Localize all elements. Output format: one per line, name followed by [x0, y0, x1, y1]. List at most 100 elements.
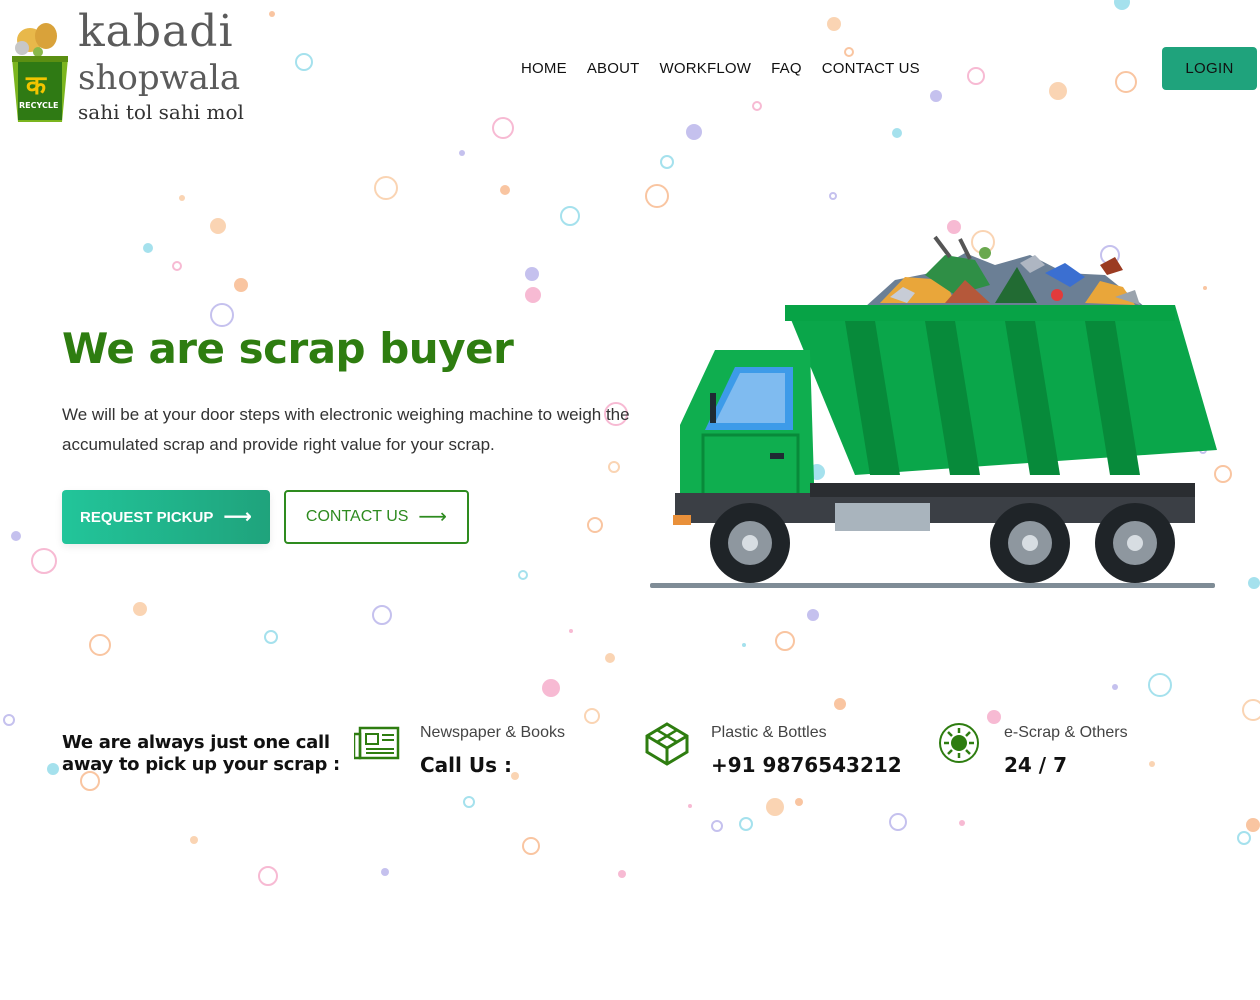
bubble-decoration: [381, 868, 389, 876]
feature-newspaper: Newspaper & Books Call Us :: [354, 720, 565, 784]
bubble-decoration: [688, 804, 692, 808]
bubble-decoration: [1149, 761, 1155, 767]
bubble-decoration: [190, 836, 198, 844]
bubble-decoration: [522, 837, 540, 855]
bubble-decoration: [1115, 71, 1137, 93]
bubble-decoration: [584, 708, 600, 724]
feature-value: 24 / 7: [1004, 753, 1067, 777]
logo-tagline: sahi tol sahi mol: [78, 100, 244, 124]
feature-plastic: Plastic & Bottles +91 9876543212: [645, 720, 902, 784]
feature-label: Plastic & Bottles: [711, 724, 827, 741]
nav-contact-us[interactable]: CONTACT US: [822, 60, 920, 77]
bubble-decoration: [463, 796, 475, 808]
bubble-decoration: [930, 90, 942, 102]
bubble-decoration: [889, 813, 907, 831]
chip-icon: [939, 723, 979, 763]
bin-label-hindi: क: [26, 71, 46, 101]
bubble-decoration: [827, 17, 841, 31]
rear-wheel-2: [1095, 503, 1175, 583]
bubble-decoration: [605, 653, 615, 663]
bubble-decoration: [829, 192, 837, 200]
hero-description: We will be at your door steps with elect…: [62, 405, 630, 454]
request-pickup-label: REQUEST PICKUP: [79, 508, 214, 526]
bubble-decoration: [686, 124, 702, 140]
bubble-decoration: [844, 47, 854, 57]
bubble-decoration: [1114, 0, 1130, 10]
arrow-right-icon: ⟶: [223, 506, 253, 528]
bubble-decoration: [31, 548, 57, 574]
arrow-right-icon: ⟶: [418, 506, 448, 528]
bubble-decoration: [608, 461, 620, 473]
bubble-decoration: [518, 570, 528, 580]
feature-value: Call Us :: [420, 753, 512, 777]
logo-text: kabadi shopwala sahi tol sahi mol: [78, 6, 244, 126]
bubble-decoration: [775, 631, 795, 651]
bubble-decoration: [1246, 818, 1260, 832]
bubble-decoration: [660, 155, 674, 169]
call-heading: We are always just one call away to pick…: [62, 732, 340, 775]
bubble-decoration: [11, 531, 21, 541]
bubble-decoration: [959, 820, 965, 826]
logo-name-line1: kabadi: [78, 6, 234, 57]
contact-us-label: CONTACT US: [305, 508, 409, 525]
bubble-decoration: [372, 605, 392, 625]
bin-label: RECYCLE: [19, 101, 59, 110]
feature-label: e-Scrap & Others: [1004, 724, 1128, 741]
bubble-decoration: [269, 11, 275, 17]
bubble-decoration: [1112, 684, 1118, 690]
request-pickup-button[interactable]: REQUEST PICKUP ⟶: [62, 490, 270, 544]
main-nav: HOME ABOUT WORKFLOW FAQ CONTACT US: [521, 60, 940, 77]
bubble-decoration: [172, 261, 182, 271]
bubble-decoration: [711, 820, 723, 832]
bubble-decoration: [1237, 831, 1251, 845]
logo-name-line2: shopwala: [78, 58, 241, 98]
bubble-decoration: [766, 798, 784, 816]
bubble-decoration: [1148, 673, 1172, 697]
nav-about[interactable]: ABOUT: [587, 60, 640, 77]
login-button[interactable]: LOGIN: [1162, 47, 1257, 90]
bubble-decoration: [133, 602, 147, 616]
cube-icon: [645, 722, 689, 766]
bubble-decoration: [500, 185, 510, 195]
bubble-decoration: [210, 218, 226, 234]
phone-number[interactable]: +91 9876543212: [711, 746, 902, 784]
bubble-decoration: [892, 128, 902, 138]
bubble-decoration: [645, 184, 669, 208]
bubble-decoration: [3, 714, 15, 726]
scrap-truck-illustration: [650, 235, 1217, 588]
bubble-decoration: [374, 176, 398, 200]
bubble-decoration: [967, 67, 985, 85]
bubble-decoration: [834, 698, 846, 710]
bubble-decoration: [807, 609, 819, 621]
bubble-decoration: [618, 870, 626, 878]
site-logo[interactable]: क RECYCLE kabadi shopwala sahi tol sahi …: [6, 6, 246, 136]
nav-faq[interactable]: FAQ: [771, 60, 802, 77]
nav-workflow[interactable]: WORKFLOW: [660, 60, 752, 77]
bubble-decoration: [179, 195, 185, 201]
bubble-decoration: [752, 101, 762, 111]
newspaper-icon: [354, 726, 400, 760]
bubble-decoration: [264, 630, 278, 644]
contact-us-button[interactable]: CONTACT US ⟶: [284, 490, 469, 544]
bubble-decoration: [210, 303, 234, 327]
bubble-decoration: [143, 243, 153, 253]
bubble-decoration: [569, 629, 573, 633]
bubble-decoration: [739, 817, 753, 831]
front-wheel: [710, 503, 790, 583]
bubble-decoration: [795, 798, 803, 806]
bubble-decoration: [587, 517, 603, 533]
bubble-decoration: [492, 117, 514, 139]
rear-wheel-1: [990, 503, 1070, 583]
bubble-decoration: [560, 206, 580, 226]
bubble-decoration: [542, 679, 560, 697]
bubble-decoration: [742, 643, 746, 647]
bubble-decoration: [525, 267, 539, 281]
bubble-decoration: [47, 763, 59, 775]
bubble-decoration: [1049, 82, 1067, 100]
bubble-decoration: [89, 634, 111, 656]
feature-label: Newspaper & Books: [420, 724, 565, 741]
bubble-decoration: [295, 53, 313, 71]
nav-home[interactable]: HOME: [521, 60, 567, 77]
bubble-decoration: [459, 150, 465, 156]
bubble-decoration: [1248, 577, 1260, 589]
